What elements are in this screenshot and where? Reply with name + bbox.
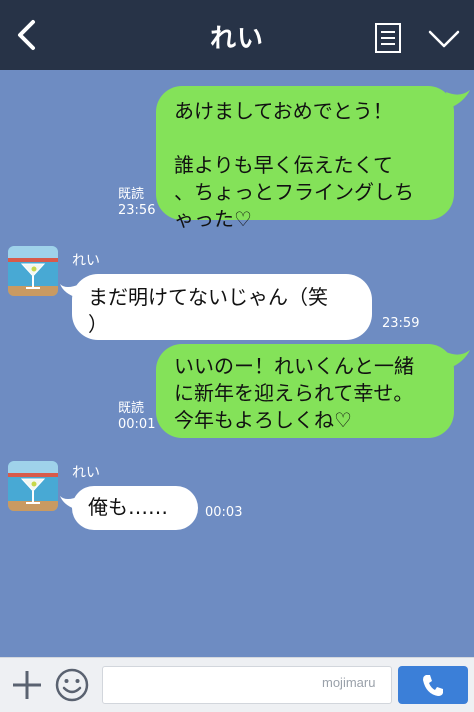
avatar-image <box>8 461 58 511</box>
sender-name: れい <box>72 253 100 269</box>
add-attachment-button[interactable] <box>10 668 44 702</box>
avatar[interactable] <box>8 246 58 296</box>
message-time: 23:56 <box>118 203 156 218</box>
call-button[interactable] <box>398 666 468 704</box>
message-time: 23:59 <box>382 316 420 331</box>
expand-button[interactable] <box>427 28 461 50</box>
phone-icon <box>423 675 443 696</box>
composer-bar <box>0 657 474 712</box>
avatar[interactable] <box>8 461 58 511</box>
menu-button[interactable] <box>374 22 402 54</box>
message-bubble-sent[interactable]: いいのー！れいくんと一緒 に新年を迎えられて幸せ。 今年もよろしくね♡ <box>156 344 454 438</box>
chat-title: れい <box>209 24 264 54</box>
avatar-image <box>8 246 58 296</box>
message-bubble-sent[interactable]: あけましておめでとう！ 誰よりも早く伝えたくて 、ちょっとフライングしち ゃった… <box>156 86 454 231</box>
watermark: mojimaru <box>322 675 376 690</box>
list-icon <box>375 23 401 53</box>
message-bubble-received[interactable]: まだ明けてないじゃん（笑 ） <box>72 274 372 340</box>
smiley-icon <box>55 668 89 702</box>
message-time: 00:03 <box>205 505 243 520</box>
chat-area[interactable]: あけましておめでとう！ 誰よりも早く伝えたくて 、ちょっとフライングしち ゃった… <box>0 70 474 657</box>
message-bubble-received[interactable]: 俺も…… <box>72 486 198 530</box>
chat-header: れい <box>0 0 474 70</box>
plus-icon <box>13 671 41 699</box>
emoji-button[interactable] <box>54 667 90 703</box>
chevron-down-icon <box>428 30 460 48</box>
message-time: 00:01 <box>118 417 156 432</box>
read-receipt: 既読 <box>118 401 145 416</box>
read-receipt: 既読 <box>118 187 145 202</box>
sender-name: れい <box>72 465 100 481</box>
